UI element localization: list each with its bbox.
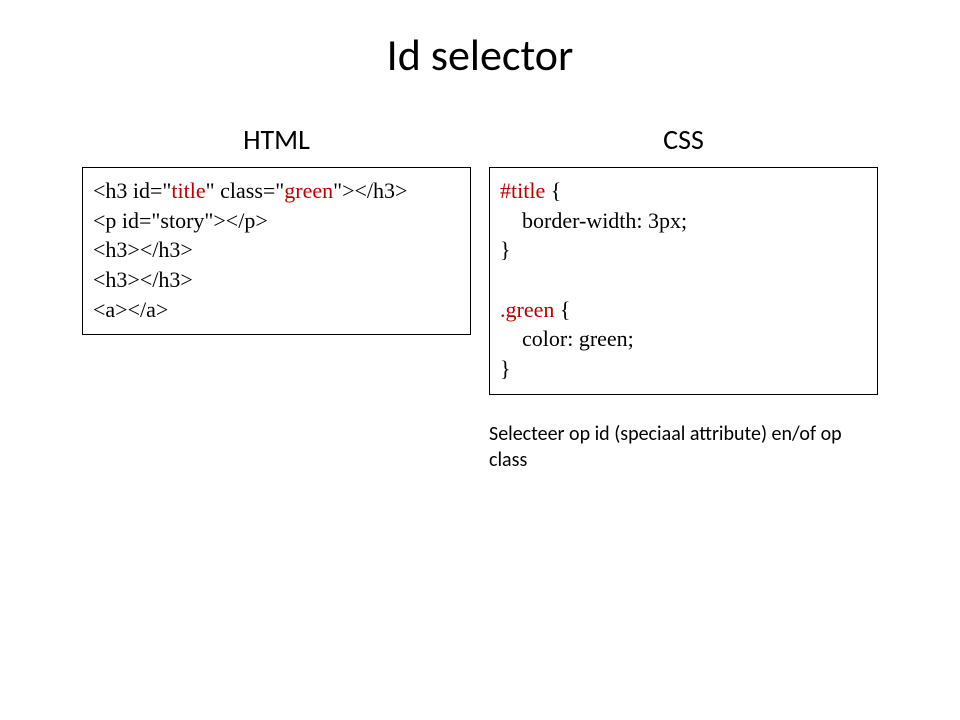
- code-highlight: .green: [500, 297, 554, 322]
- html-column: HTML <h3 id="title" class="green"></h3> …: [82, 122, 471, 473]
- code-highlight: green: [284, 178, 333, 203]
- code-highlight: title: [171, 178, 205, 203]
- html-code-box: <h3 id="title" class="green"></h3> <p id…: [82, 167, 471, 335]
- css-column-header: CSS: [489, 122, 878, 157]
- code-text: <h3 id=": [93, 178, 171, 203]
- css-caption: Selecteer op id (speciaal attribute) en/…: [489, 421, 878, 473]
- css-code-box: #title { border-width: 3px; } .green { c…: [489, 167, 878, 395]
- columns-container: HTML <h3 id="title" class="green"></h3> …: [0, 122, 960, 473]
- code-highlight: #title: [500, 178, 545, 203]
- html-column-header: HTML: [82, 122, 471, 157]
- css-column: CSS #title { border-width: 3px; } .green…: [489, 122, 878, 473]
- slide-title: Id selector: [0, 0, 960, 122]
- code-text: " class=": [206, 178, 285, 203]
